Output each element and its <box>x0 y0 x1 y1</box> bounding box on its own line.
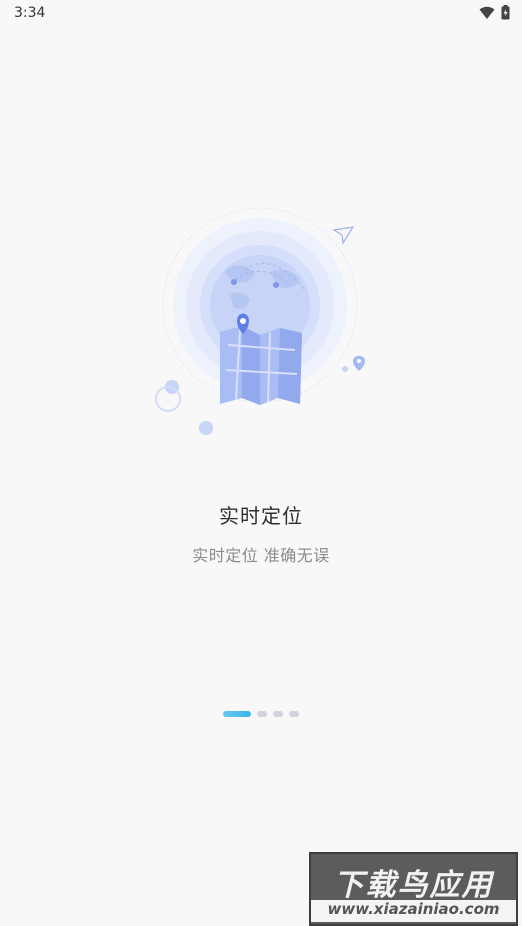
watermark: 下载鸟应用 www.xiazainiao.com <box>309 852 518 926</box>
battery-charging-icon <box>501 5 510 20</box>
watermark-title: 下载鸟应用 <box>333 868 494 903</box>
status-bar: 3:34 <box>0 0 522 28</box>
page-indicator <box>0 711 522 717</box>
status-time: 3:34 <box>14 5 46 21</box>
onboarding-title: 实时定位 <box>219 504 303 528</box>
onboarding-subtitle: 实时定位 准确无误 <box>192 546 330 565</box>
page-dot-2[interactable] <box>257 711 267 717</box>
watermark-url: www.xiazainiao.com <box>311 900 516 922</box>
page-dot-4[interactable] <box>289 711 299 717</box>
page-dot-3[interactable] <box>273 711 283 717</box>
globe-with-map-icon <box>155 207 365 435</box>
page-dot-1[interactable] <box>223 711 251 717</box>
status-icons <box>479 5 510 20</box>
wifi-icon <box>479 6 495 19</box>
